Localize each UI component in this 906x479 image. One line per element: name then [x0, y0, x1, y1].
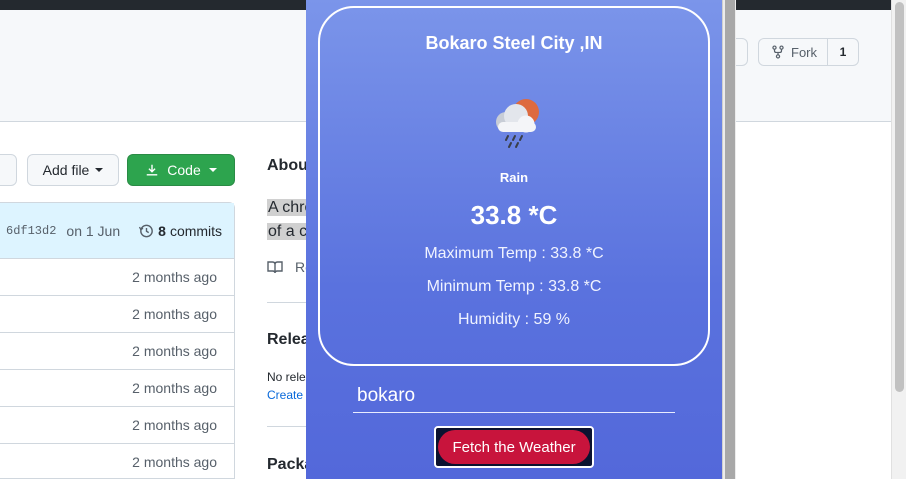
code-label: Code [167, 162, 201, 178]
rain-cloud-sun-icon [496, 99, 539, 148]
file-row[interactable]: 2 months ago [0, 407, 234, 444]
no-releases-text: No rele [267, 370, 306, 384]
min-temperature: Minimum Temp : 33.8 *C [426, 278, 602, 295]
commits-label: commits [169, 222, 223, 239]
code-button[interactable]: Code [127, 154, 235, 186]
fetch-button-focus-ring: Fetch the Weather [434, 426, 594, 468]
file-browser: 6df13d2 on 1 Jun 8 commits 2 months ago … [0, 202, 235, 479]
latest-commit-bar: 6df13d2 on 1 Jun 8 commits [0, 203, 234, 259]
weather-card: Bokaro Steel City ,IN Rain 33.8 *C Maxim… [318, 6, 710, 366]
file-row[interactable]: 2 months ago [0, 444, 234, 479]
file-row[interactable]: 2 months ago [0, 296, 234, 333]
chevron-down-icon [95, 168, 104, 172]
book-icon [267, 261, 283, 274]
max-temperature: Maximum Temp : 33.8 *C [424, 245, 604, 262]
fetch-weather-button[interactable]: Fetch the Weather [438, 430, 590, 464]
popup-scrollbar-thumb[interactable] [725, 0, 735, 479]
file-age: 2 months ago [132, 343, 217, 359]
file-row[interactable]: 2 months ago [0, 333, 234, 370]
add-file-button[interactable]: Add file [27, 154, 119, 186]
city-search-input[interactable] [353, 380, 675, 413]
popup-scrollbar[interactable] [722, 0, 736, 479]
file-age: 2 months ago [132, 380, 217, 396]
city-name: Bokaro Steel City ,IN [425, 33, 603, 53]
releases-heading[interactable]: Relea [267, 331, 310, 349]
download-icon [147, 164, 158, 176]
fork-label: Fork [791, 44, 817, 60]
fork-icon [772, 45, 784, 59]
go-to-file-button[interactable] [0, 154, 17, 186]
file-row[interactable]: 2 months ago [0, 370, 234, 407]
fork-count[interactable]: 1 [828, 45, 858, 59]
fork-button[interactable]: Fork 1 [758, 38, 859, 66]
file-row[interactable]: 2 months ago [0, 259, 234, 296]
commit-sha[interactable]: 6df13d2 [6, 224, 56, 238]
about-heading: Abou [267, 157, 308, 174]
commits-link[interactable]: 8 commits [138, 223, 222, 239]
weather-popup: Bokaro Steel City ,IN Rain 33.8 *C Maxim… [306, 0, 722, 479]
commit-count: 8 [158, 222, 166, 239]
history-icon [139, 224, 154, 237]
humidity: Humidity : 59 % [457, 311, 571, 328]
sidebar-divider [267, 302, 307, 303]
current-temperature: 33.8 *C [470, 200, 558, 230]
file-age: 2 months ago [132, 269, 217, 285]
file-age: 2 months ago [132, 417, 217, 433]
weather-condition: Rain [499, 170, 529, 185]
page-scrollbar-thumb[interactable] [895, 2, 904, 392]
commit-date[interactable]: on 1 Jun [66, 223, 120, 239]
chevron-down-icon [208, 168, 217, 172]
file-age: 2 months ago [132, 306, 217, 322]
add-file-label: Add file [42, 162, 90, 178]
page-scrollbar[interactable] [891, 0, 906, 479]
create-release-link[interactable]: Create [267, 388, 303, 402]
sidebar-divider [267, 426, 307, 427]
file-age: 2 months ago [132, 454, 217, 470]
about-desc-line-2: of a c [267, 223, 309, 240]
